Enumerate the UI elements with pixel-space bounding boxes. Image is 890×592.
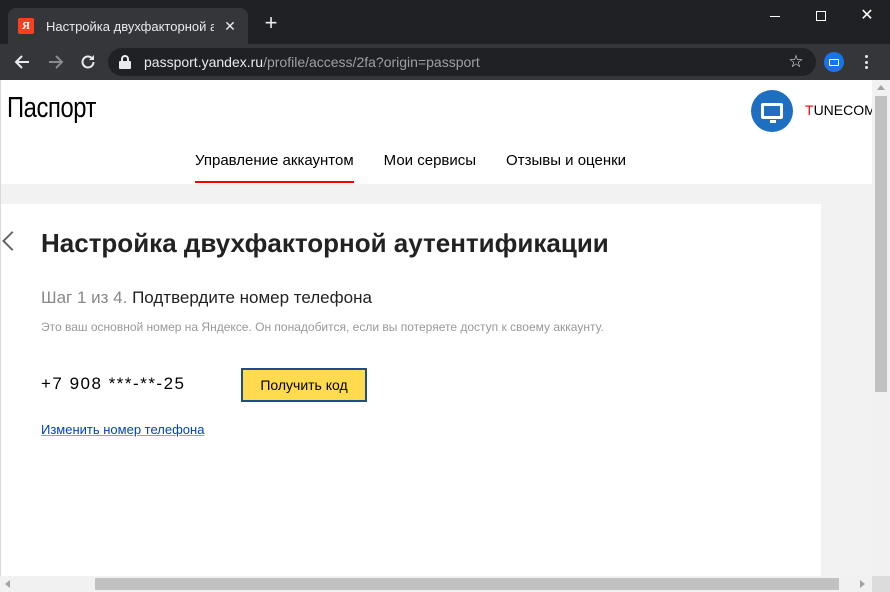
forward-button[interactable] xyxy=(42,48,70,76)
bookmark-star-icon[interactable]: ☆ xyxy=(784,48,808,76)
scroll-right-arrow-icon[interactable] xyxy=(860,580,865,588)
reload-button[interactable] xyxy=(74,48,102,76)
step-text: Подтвердите номер телефона xyxy=(132,288,372,307)
get-code-button[interactable]: Получить код xyxy=(241,368,367,402)
url-host: passport.yandex.ru xyxy=(144,54,264,70)
vertical-scrollbar[interactable] xyxy=(872,80,890,576)
horizontal-scroll-thumb[interactable] xyxy=(95,578,839,590)
tab-account-management[interactable]: Управление аккаунтом xyxy=(195,152,354,183)
user-avatar[interactable] xyxy=(751,90,793,132)
change-phone-link[interactable]: Изменить номер телефона xyxy=(41,422,204,437)
window-close-button[interactable]: ✕ xyxy=(844,4,890,28)
username-first-letter: T xyxy=(805,102,814,118)
passport-logo[interactable]: Паспорт xyxy=(7,92,96,125)
extension-monitor-icon[interactable] xyxy=(824,52,844,72)
tab-my-services[interactable]: Мои сервисы xyxy=(384,152,476,181)
new-tab-plus-icon[interactable]: + xyxy=(260,12,282,34)
username-rest: UNECOM xyxy=(813,102,872,118)
close-icon: ✕ xyxy=(860,7,874,24)
browser-toolbar: passport.yandex.ru/profile/access/2fa?or… xyxy=(0,44,890,80)
tab-title: Настройка двухфакторной аутентификации xyxy=(46,18,214,34)
monitor-icon xyxy=(761,103,783,123)
page-title: Настройка двухфакторной аутентификации xyxy=(41,228,609,258)
window-maximize-button[interactable] xyxy=(798,4,844,28)
phone-number: +7 908 ***-**-25 xyxy=(41,374,186,393)
scroll-up-arrow-icon[interactable] xyxy=(877,85,885,90)
lock-icon[interactable] xyxy=(118,55,132,69)
address-bar[interactable]: passport.yandex.ru/profile/access/2fa?or… xyxy=(108,48,816,76)
arrow-left-icon xyxy=(14,55,29,69)
tab-reviews[interactable]: Отзывы и оценки xyxy=(506,152,626,181)
username[interactable]: TUNECOM xyxy=(805,102,872,118)
back-chevron-icon[interactable] xyxy=(2,231,22,251)
passport-header: Паспорт TUNECOM Управление аккаунтом Мои… xyxy=(1,80,872,184)
url-path: /profile/access/2fa?origin=passport xyxy=(263,54,480,70)
page-viewport: Паспорт TUNECOM Управление аккаунтом Мои… xyxy=(0,80,872,576)
vertical-scroll-thumb[interactable] xyxy=(875,96,887,392)
account-nav: Управление аккаунтом Мои сервисы Отзывы … xyxy=(195,152,656,183)
step-number: Шаг 1 из 4. xyxy=(41,288,128,307)
browser-tab[interactable]: Я Настройка двухфакторной аутентификации… xyxy=(8,8,248,44)
back-button[interactable] xyxy=(8,48,36,76)
window-minimize-button[interactable] xyxy=(752,4,798,28)
arrow-right-icon xyxy=(49,55,64,69)
reload-icon xyxy=(81,55,95,69)
step-heading: Шаг 1 из 4. Подтвердите номер телефона xyxy=(41,288,372,308)
minimize-icon xyxy=(770,15,780,17)
yandex-favicon-icon: Я xyxy=(18,18,34,34)
scrollbar-corner xyxy=(872,576,890,592)
maximize-icon xyxy=(816,11,826,21)
tab-close-icon[interactable]: ✕ xyxy=(222,18,238,35)
step-hint: Это ваш основной номер на Яндексе. Он по… xyxy=(41,320,604,334)
url-text[interactable]: passport.yandex.ru/profile/access/2fa?or… xyxy=(144,54,480,70)
twofa-card: Настройка двухфакторной аутентификации Ш… xyxy=(1,204,821,576)
scroll-left-arrow-icon[interactable] xyxy=(5,580,10,588)
horizontal-scrollbar[interactable] xyxy=(0,576,872,592)
browser-title-bar: Я Настройка двухфакторной аутентификации… xyxy=(0,0,890,44)
browser-menu-icon[interactable] xyxy=(858,54,874,70)
